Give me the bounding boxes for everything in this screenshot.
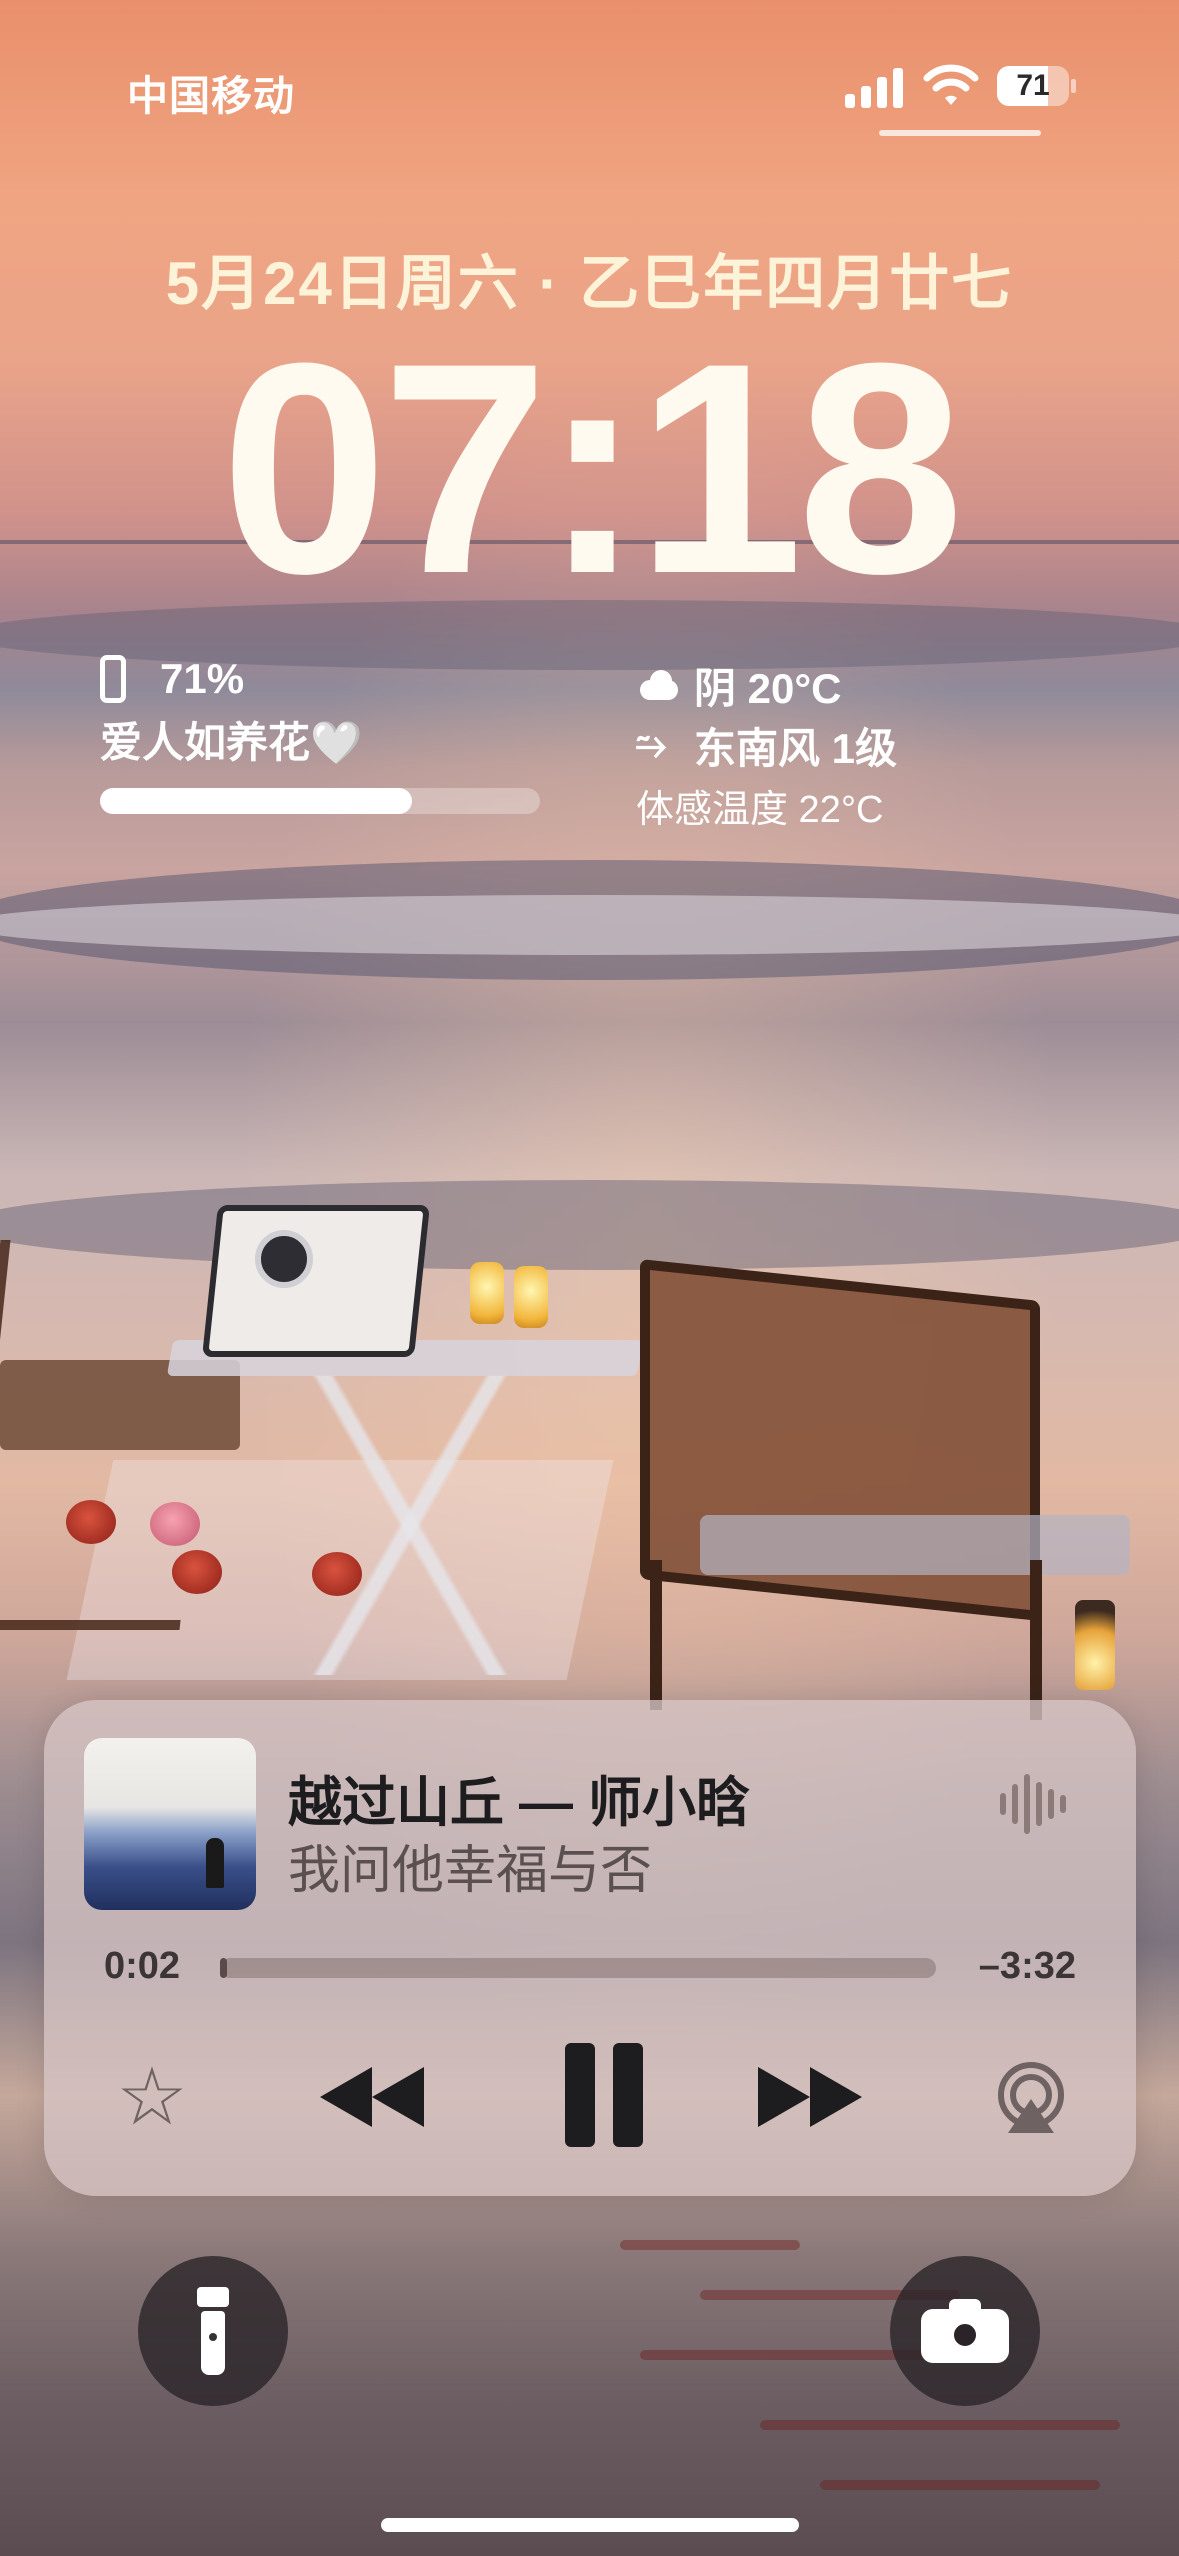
battery-widget-caption: 爱人如养花 xyxy=(100,719,311,766)
wallpaper-chair-right-seat xyxy=(700,1515,1130,1575)
carrier-label: 中国移动 xyxy=(127,73,295,119)
wallpaper-rose xyxy=(312,1552,362,1596)
flashlight-icon xyxy=(197,2287,229,2375)
wallpaper-reflection xyxy=(820,2480,1100,2490)
cellular-signal-icon xyxy=(845,66,905,108)
remaining-time: –3:32 xyxy=(978,1945,1076,1987)
wallpaper-rose xyxy=(150,1502,200,1546)
wallpaper-projector-lens xyxy=(255,1230,313,1288)
wallpaper-reflection xyxy=(760,2420,1120,2430)
battery-level-label: 71 xyxy=(1016,69,1050,102)
playback-scrubber[interactable] xyxy=(220,1958,936,1978)
heart-icon: 🤍 xyxy=(310,719,363,766)
wallpaper-chair-leg xyxy=(650,1560,662,1710)
wallpaper-rose xyxy=(172,1550,222,1594)
wifi-icon xyxy=(923,64,979,105)
song-lyric: 我问他幸福与否 xyxy=(288,1842,653,1900)
airplay-icon[interactable] xyxy=(988,2055,1074,2141)
rewind-button[interactable] xyxy=(312,2055,432,2139)
fast-forward-button[interactable] xyxy=(750,2055,870,2139)
wallpaper-candle xyxy=(514,1266,548,1328)
playback-progress xyxy=(220,1958,228,1978)
camera-button[interactable] xyxy=(890,2256,1040,2406)
battery-indicator: 71 xyxy=(997,66,1077,106)
phone-battery-icon xyxy=(100,655,126,703)
weather-wind: 东南风 1级 xyxy=(694,724,898,772)
wallpaper-lantern xyxy=(1075,1600,1115,1690)
camera-icon xyxy=(921,2299,1009,2363)
elapsed-time: 0:02 xyxy=(104,1945,181,1987)
battery-level-bar xyxy=(100,788,540,814)
favorite-star-icon[interactable]: ☆ xyxy=(110,2055,194,2139)
wallpaper-rose xyxy=(66,1500,116,1544)
status-underline xyxy=(879,130,1041,136)
lock-clock[interactable]: 07:18 xyxy=(0,318,1179,618)
pause-button[interactable] xyxy=(554,2040,654,2150)
weather-feels-like: 体感温度 22°C xyxy=(636,788,884,831)
weather-condition: 阴 20°C xyxy=(694,664,842,712)
wallpaper-candle xyxy=(470,1262,504,1324)
home-indicator[interactable] xyxy=(381,2518,799,2532)
wallpaper-wave-foam xyxy=(0,895,1179,955)
now-playing-widget[interactable]: 越过山丘 — 师小晗 我问他幸福与否 0:02 –3:32 ☆ xyxy=(44,1700,1136,2196)
battery-level-fill xyxy=(100,788,413,814)
wallpaper-chair-leg xyxy=(1030,1560,1042,1720)
album-artwork[interactable] xyxy=(84,1738,256,1910)
wind-icon: ⥲ xyxy=(636,723,667,766)
battery-widget-percent: 71% xyxy=(160,655,245,702)
cloud-icon xyxy=(636,670,680,700)
battery-widget[interactable]: 71% 爱人如养花🤍 xyxy=(100,655,560,825)
weather-widget[interactable]: 阴 20°C ⥲ 东南风 1级 体感温度 22°C xyxy=(636,655,1076,835)
artwork-figure xyxy=(206,1838,224,1888)
wallpaper-projector xyxy=(202,1205,430,1357)
wallpaper-reflection xyxy=(620,2240,800,2250)
status-bar: 中国移动 71 xyxy=(0,0,1179,150)
flashlight-button[interactable] xyxy=(138,2256,288,2406)
song-title: 越过山丘 — 师小晗 xyxy=(288,1773,751,1833)
waveform-icon xyxy=(1000,1772,1066,1836)
wallpaper-table-legs xyxy=(200,1375,620,1675)
